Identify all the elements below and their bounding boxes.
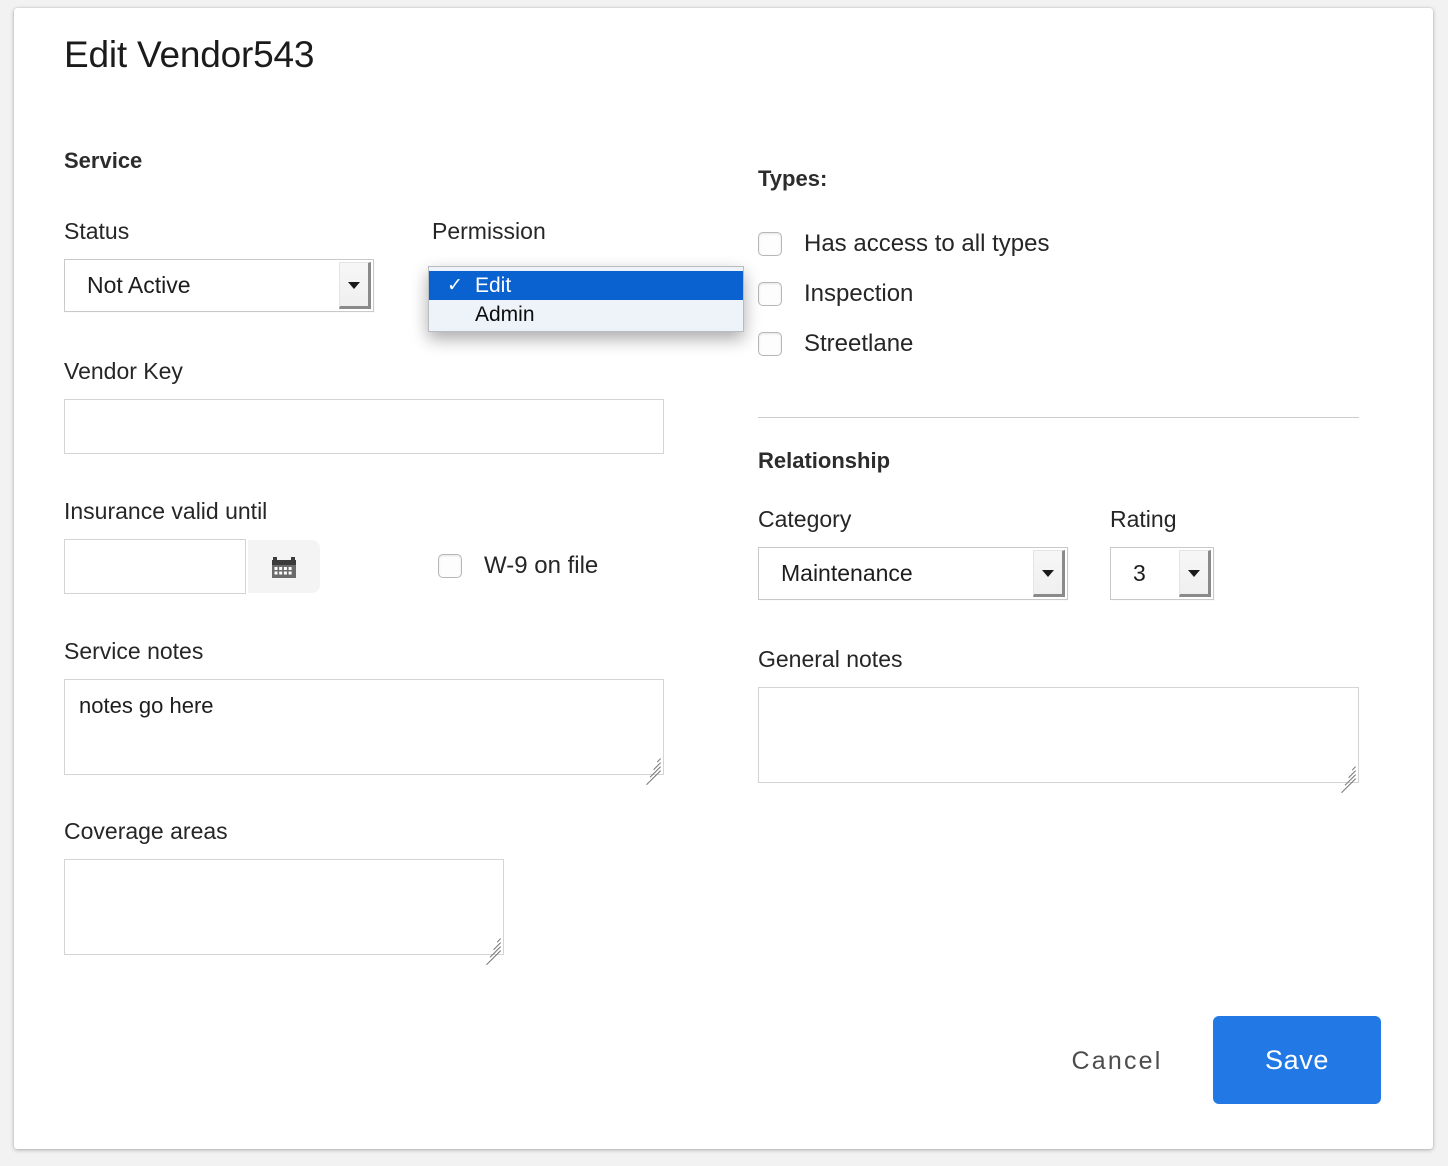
relationship-heading: Relationship: [758, 448, 891, 473]
dialog-title: Edit Vendor543: [64, 34, 315, 75]
service-heading: Service: [64, 148, 143, 173]
category-select[interactable]: Maintenance: [758, 547, 1068, 600]
status-select[interactable]: Not Active: [64, 259, 374, 312]
service-notes-label: Service notes: [64, 638, 204, 664]
type-checkbox-row-all[interactable]: Has access to all types: [758, 230, 1049, 258]
rating-select-value: 3: [1133, 560, 1146, 586]
permission-field: Permission: [432, 218, 546, 245]
category-label: Category: [758, 506, 852, 532]
calendar-icon: [272, 556, 296, 578]
permission-option-label: Edit: [475, 273, 512, 297]
permission-option-admin[interactable]: ✓ Admin: [429, 300, 743, 329]
rating-select[interactable]: 3: [1110, 547, 1214, 600]
permission-option-edit[interactable]: ✓ Edit: [429, 271, 743, 300]
category-select-value: Maintenance: [781, 560, 913, 586]
check-icon-placeholder: ✓: [447, 303, 475, 326]
coverage-areas-textarea[interactable]: [64, 859, 504, 955]
has-access-to-all-types-checkbox[interactable]: [758, 232, 782, 256]
type-label: Streetlane: [804, 330, 914, 357]
service-notes-textarea[interactable]: notes go here: [64, 679, 664, 775]
cancel-button[interactable]: Cancel: [1047, 1036, 1187, 1086]
check-icon: ✓: [447, 275, 463, 296]
rating-field: Rating 3: [1110, 506, 1214, 605]
streetlane-checkbox[interactable]: [758, 332, 782, 356]
coverage-areas-label: Coverage areas: [64, 818, 228, 844]
inspection-checkbox[interactable]: [758, 282, 782, 306]
permission-label: Permission: [432, 218, 546, 244]
general-notes-field: General notes: [758, 646, 1359, 794]
insurance-date-input[interactable]: [64, 539, 246, 594]
permission-option-label: Admin: [475, 302, 535, 326]
insurance-field: Insurance valid until: [64, 498, 320, 594]
vendor-key-field: Vendor Key: [64, 358, 664, 454]
types-heading: Types:: [758, 166, 828, 191]
edit-vendor-dialog: Edit Vendor543 Service Status Not Active…: [14, 8, 1433, 1149]
type-label: Has access to all types: [804, 230, 1050, 257]
general-notes-textarea[interactable]: [758, 687, 1359, 783]
vendor-key-input[interactable]: [64, 399, 664, 454]
type-checkbox-row-inspection[interactable]: Inspection: [758, 280, 913, 308]
general-notes-label: General notes: [758, 646, 903, 672]
status-field: Status Not Active: [64, 218, 374, 317]
permission-dropdown-menu[interactable]: ✓ Edit ✓ Admin: [428, 266, 744, 332]
rating-label: Rating: [1110, 506, 1177, 532]
service-column: Service Status Not Active Permission Ven…: [64, 148, 724, 966]
service-notes-field: Service notes notes go here: [64, 638, 664, 786]
vendor-key-label: Vendor Key: [64, 358, 183, 384]
chevron-down-icon[interactable]: [1033, 550, 1065, 597]
save-button[interactable]: Save: [1213, 1016, 1381, 1104]
w9-label: W-9 on file: [484, 552, 599, 579]
status-label: Status: [64, 218, 130, 244]
type-checkbox-row-streetlane[interactable]: Streetlane: [758, 330, 913, 358]
section-divider: [758, 417, 1359, 418]
chevron-down-icon[interactable]: [1179, 550, 1211, 597]
calendar-button[interactable]: [248, 540, 320, 593]
status-select-value: Not Active: [87, 272, 191, 298]
chevron-down-icon[interactable]: [339, 262, 371, 309]
insurance-label: Insurance valid until: [64, 498, 268, 524]
w9-checkbox-row[interactable]: W-9 on file: [438, 552, 598, 580]
type-label: Inspection: [804, 280, 914, 307]
w9-checkbox[interactable]: [438, 554, 462, 578]
coverage-areas-field: Coverage areas: [64, 818, 504, 966]
category-field: Category Maintenance: [758, 506, 1068, 605]
